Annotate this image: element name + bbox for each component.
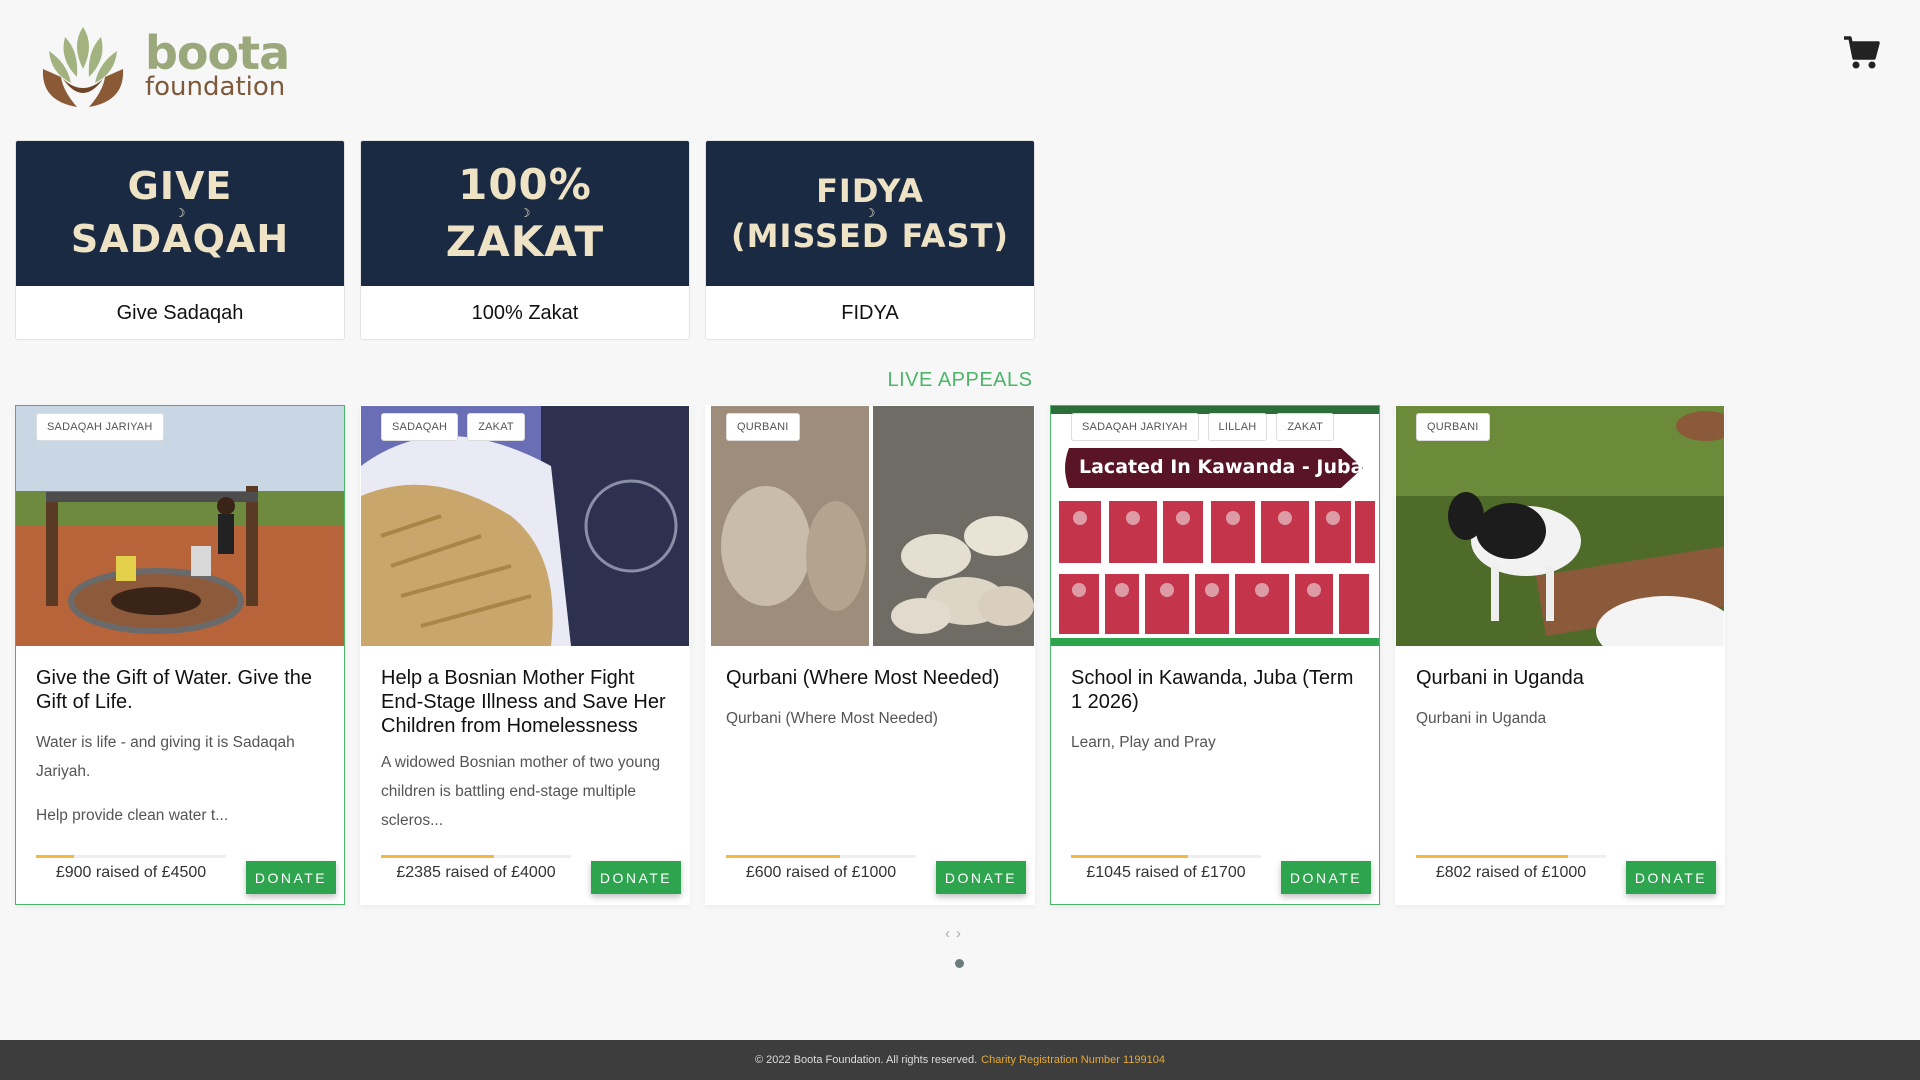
donate-button[interactable]: DONATE (246, 861, 336, 894)
appeal-tag[interactable]: QURBANI (726, 413, 800, 441)
donate-button[interactable]: DONATE (1281, 861, 1371, 894)
category-fidya[interactable]: FIDYA ☽ (MISSED FAST) FIDYA (705, 140, 1035, 340)
donate-button[interactable]: DONATE (936, 861, 1026, 894)
appeal-card-bosnian-mother[interactable]: SADAQAH ZAKAT Help a Bosnian Mother Figh… (360, 405, 690, 905)
footer: © 2022 Boota Foundation. All rights rese… (0, 1040, 1920, 1080)
image-banner-text: Lacated In Kawanda - Juba (1079, 456, 1364, 478)
category-image: FIDYA ☽ (MISSED FAST) (706, 141, 1034, 286)
category-image-text: 100% (458, 159, 592, 209)
donate-button[interactable]: DONATE (591, 861, 681, 894)
leaf-hands-logo-icon (42, 27, 124, 107)
appeal-description: Qurbani in Uganda (1416, 710, 1547, 727)
category-label: Give Sadaqah (116, 302, 244, 324)
appeal-title[interactable]: School in Kawanda, Juba (Term 1 2026) (1071, 666, 1359, 714)
category-image: GIVE ☽ SADAQAH (16, 141, 344, 286)
appeal-card-water[interactable]: SADAQAH JARIYAH Give the Gift of Water. … (15, 405, 345, 905)
carousel-arrows: ‹› (945, 925, 967, 942)
appeal-description: Learn, Play and Pray (1071, 734, 1216, 751)
category-image: 100% ☽ ZAKAT (361, 141, 689, 286)
charity-registration-link[interactable]: Charity Registration Number 1199104 (981, 1054, 1165, 1066)
category-label: 100% Zakat (471, 302, 579, 324)
boota-logo[interactable]: boota foundation (33, 19, 290, 111)
category-image-text: SADAQAH (70, 217, 290, 262)
appeal-description-more: Help provide clean water t... (36, 807, 229, 824)
appeal-tag[interactable]: ZAKAT (1276, 413, 1335, 441)
appeal-title[interactable]: Give the Gift of Water. Give the Gift of… (36, 666, 324, 714)
progress-bar (726, 855, 916, 858)
raised-amount: £802 raised of £1000 (1435, 864, 1587, 881)
category-image-text: FIDYA (816, 171, 924, 210)
live-appeals-heading: LIVE APPEALS (887, 369, 1033, 391)
appeal-tag[interactable]: SADAQAH (381, 413, 459, 441)
raised-amount: £600 raised of £1000 (745, 864, 897, 881)
raised-amount: £1045 raised of £1700 (1086, 864, 1246, 881)
appeal-tag[interactable]: SADAQAH JARIYAH (36, 413, 164, 441)
crescent-moon-icon: ☽ (519, 205, 531, 220)
appeal-card-school-kawanda[interactable]: Lacated In Kawanda - Juba SADAQAH JARIYA… (1050, 405, 1380, 905)
progress-bar (1071, 855, 1261, 858)
donate-button[interactable]: DONATE (1626, 861, 1716, 894)
appeal-image-well[interactable]: SADAQAH JARIYAH (16, 406, 344, 646)
appeal-image-goats[interactable]: QURBANI (1396, 406, 1724, 646)
appeal-image-school-poster[interactable]: Lacated In Kawanda - Juba SADAQAH JARIYA… (1051, 406, 1379, 646)
progress-bar (36, 855, 226, 858)
crescent-moon-icon: ☽ (174, 205, 186, 220)
appeal-description: A widowed Bosnian mother of two young ch… (381, 754, 661, 829)
appeal-image-livestock[interactable]: QURBANI (706, 406, 1034, 646)
carousel-dot[interactable] (955, 959, 964, 968)
appeal-tag[interactable]: SADAQAH JARIYAH (1071, 413, 1199, 441)
category-image-text: GIVE (127, 164, 233, 209)
carousel-next-button[interactable]: › (956, 925, 967, 942)
appeal-description: Water is life - and giving it is Sadaqah… (36, 734, 295, 780)
progress-bar (1416, 855, 1606, 858)
appeal-description: Qurbani (Where Most Needed) (726, 710, 938, 727)
category-label: FIDYA (841, 302, 899, 324)
appeal-title[interactable]: Qurbani (Where Most Needed) (726, 666, 1014, 690)
crescent-moon-icon: ☽ (864, 205, 876, 220)
category-give-sadaqah[interactable]: GIVE ☽ SADAQAH Give Sadaqah (15, 140, 345, 340)
appeal-title[interactable]: Qurbani in Uganda (1416, 666, 1704, 690)
carousel-prev-button[interactable]: ‹ (945, 925, 956, 942)
footer-copyright: © 2022 Boota Foundation. All rights rese… (755, 1054, 978, 1066)
appeal-tag[interactable]: ZAKAT (467, 413, 525, 441)
appeal-tag[interactable]: LILLAH (1207, 413, 1268, 441)
progress-bar (381, 855, 571, 858)
logo-wordmark: boota (145, 26, 290, 80)
appeal-tag[interactable]: QURBANI (1416, 413, 1490, 441)
category-100-zakat[interactable]: 100% ☽ ZAKAT 100% Zakat (360, 140, 690, 340)
cart-icon[interactable] (1843, 34, 1881, 72)
appeal-image-blanket[interactable]: SADAQAH ZAKAT (361, 406, 689, 646)
appeal-title[interactable]: Help a Bosnian Mother Fight End-Stage Il… (381, 666, 669, 738)
raised-amount: £900 raised of £4500 (55, 864, 207, 881)
category-image-text: (MISSED FAST) (730, 217, 1010, 256)
raised-amount: £2385 raised of £4000 (396, 864, 556, 881)
appeal-card-qurbani[interactable]: QURBANI Qurbani (Where Most Needed) Qurb… (705, 405, 1035, 905)
logo-subtitle: foundation (145, 72, 286, 102)
appeal-card-qurbani-uganda[interactable]: QURBANI Qurbani in Uganda Qurbani in Uga… (1395, 405, 1725, 905)
category-image-text: ZAKAT (445, 217, 605, 267)
